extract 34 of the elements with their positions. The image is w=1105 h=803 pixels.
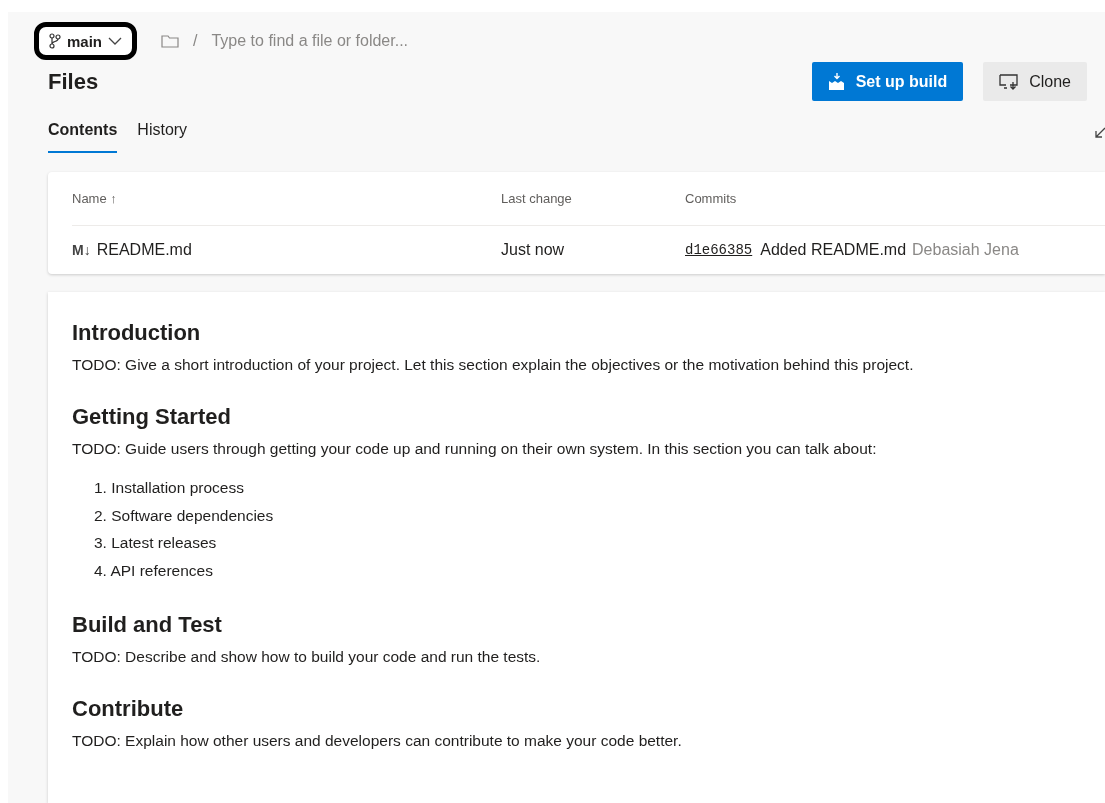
commit-author: Debasiah Jena (912, 241, 1019, 259)
clone-button[interactable]: Clone (983, 62, 1087, 101)
column-header[interactable]: Last change (501, 172, 685, 226)
file-name-link[interactable]: README.md (96, 241, 192, 259)
chevron-down-icon (108, 37, 122, 45)
collapse-arrow-icon[interactable] (1095, 127, 1105, 139)
monitor-download-icon (999, 73, 1020, 90)
list-item: 1. Installation process (94, 478, 245, 498)
build-icon (827, 72, 846, 91)
section-heading: Introduction (72, 320, 202, 346)
section-heading: Contribute (72, 696, 185, 722)
column-header[interactable]: Name ↑ (72, 172, 501, 226)
file-search-field[interactable]: Type to find a file or folder... (211, 32, 472, 50)
section-heading: Build and Test (72, 612, 223, 638)
paragraph: TODO: Describe and show how to build your code and run the tests. (72, 647, 542, 667)
paragraph: TODO: Explain how other users and developers can contribute to make your code better. (72, 731, 683, 751)
section-heading: Getting Started (72, 404, 232, 430)
setup-build-button[interactable]: Set up build (811, 62, 964, 101)
list-item: 3. Latest releases (94, 533, 218, 553)
paragraph: TODO: Give a short introduction of your project. Let this section explain the objectives or the motivation behind this project. (72, 355, 915, 375)
branch-selector[interactable]: main (34, 22, 137, 60)
path-separator: / (193, 32, 198, 50)
paragraph: TODO: Guide users through getting your code up and running on their own system. In this section you can talk about: (72, 439, 878, 459)
commit-message: Added README.md (760, 241, 907, 259)
tab[interactable]: Contents (48, 121, 118, 153)
branch-icon (49, 33, 61, 49)
table-cell: Just now (501, 241, 565, 259)
column-header[interactable]: Commits (685, 172, 1105, 226)
tab[interactable]: History (137, 121, 188, 153)
list-item: 4. API references (94, 560, 214, 581)
page-title: Files (48, 68, 99, 95)
list-item: 2. Software dependencies (94, 505, 275, 526)
commit-id-link[interactable]: d1e66385 (685, 242, 753, 258)
markdown-icon: M↓ (72, 242, 91, 258)
